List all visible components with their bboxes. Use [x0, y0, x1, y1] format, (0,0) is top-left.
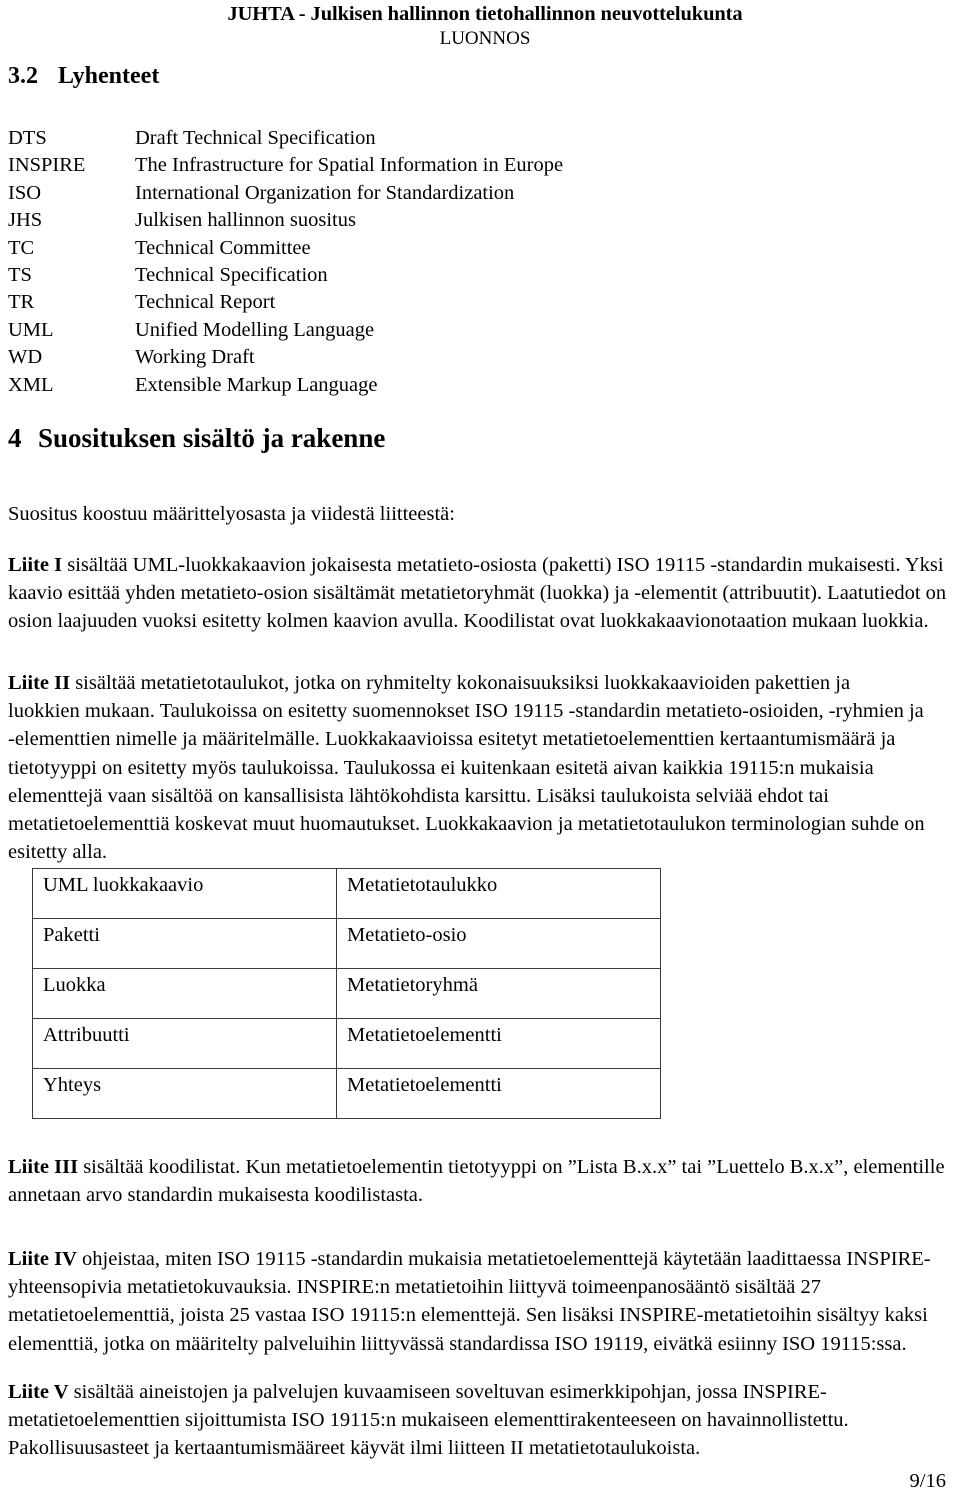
- abbreviation-item: ISO International Organization for Standa…: [8, 180, 708, 207]
- heading-content-structure-title: Suosituksen sisältö ja rakenne: [38, 423, 386, 453]
- abbreviation-definition: Extensible Markup Language: [135, 373, 378, 396]
- header-draft-marker: LUONNOS: [439, 28, 531, 49]
- abbreviation-item: DTS Draft Technical Specification: [8, 125, 708, 152]
- table-cell-uml: Yhteys: [32, 1068, 337, 1119]
- abbreviation-term: DTS: [8, 127, 47, 149]
- liite-1-label: Liite I: [8, 554, 63, 576]
- abbreviation-list: DTS Draft Technical Specification INSPIRE…: [8, 125, 708, 399]
- paragraph-liite-3: Liite III sisältää koodilistat. Kun meta…: [8, 1153, 948, 1209]
- table-cell-metadata: Metatietotaulukko: [336, 868, 661, 919]
- abbreviation-term: INSPIRE: [8, 154, 86, 177]
- table-row: UML luokkakaavio Metatietotaulukko: [32, 868, 661, 919]
- table-row: Paketti Metatieto-osio: [32, 918, 661, 969]
- page-number: 9/16: [909, 1470, 946, 1492]
- table-cell-metadata: Metatieto-osio: [336, 918, 661, 969]
- liite-4-label: Liite IV: [8, 1248, 77, 1270]
- abbreviation-item: WD Working Draft: [8, 344, 708, 371]
- paragraph-liite-1: Liite I sisältää UML-luokkakaavion jokai…: [8, 551, 956, 636]
- liite-2-body: sisältää metatietotaulukot, jotka on ryh…: [8, 672, 925, 864]
- header-organization: JUHTA - Julkisen hallinnon tietohallinno…: [227, 3, 743, 25]
- liite-2-label: Liite II: [8, 672, 71, 694]
- abbreviation-term: ISO: [8, 181, 42, 204]
- heading-content-structure: 4 Suosituksen sisältö ja rakenne: [8, 422, 385, 454]
- heading-abbreviations: 3.2 Lyhenteet: [8, 62, 159, 90]
- abbreviation-item: TS Technical Specification: [8, 262, 708, 289]
- table-row: Yhteys Metatietoelementti: [32, 1068, 661, 1119]
- abbreviation-item: XML Extensible Markup Language: [8, 372, 708, 399]
- abbreviation-definition: Unified Modelling Language: [135, 318, 375, 341]
- table-cell-metadata: Metatietoryhmä: [336, 968, 661, 1019]
- abbreviation-term: UML: [8, 318, 54, 341]
- table-row: Attribuutti Metatietoelementti: [32, 1018, 661, 1069]
- abbreviation-item: JHS Julkisen hallinnon suositus: [8, 207, 708, 234]
- abbreviation-term: JHS: [8, 209, 43, 232]
- heading-abbreviations-number: 3.2: [8, 63, 38, 89]
- abbreviation-definition: Technical Report: [135, 291, 276, 314]
- table-cell-uml: Luokka: [32, 968, 337, 1019]
- table-row: Luokka Metatietoryhmä: [32, 968, 661, 1019]
- table-cell-uml: Attribuutti: [32, 1018, 337, 1069]
- liite-5-body: sisältää aineistojen ja palvelujen kuvaa…: [8, 1381, 849, 1460]
- terminology-table: UML luokkakaavio Metatietotaulukko Paket…: [32, 868, 661, 1119]
- abbreviation-term: TS: [8, 264, 32, 287]
- paragraph-liite-4: Liite IV ohjeistaa, miten ISO 19115 -sta…: [8, 1245, 943, 1358]
- abbreviation-definition: Working Draft: [135, 346, 255, 369]
- abbreviation-definition: The Infrastructure for Spatial Informati…: [135, 154, 564, 177]
- table-cell-metadata: Metatietoelementti: [336, 1068, 661, 1119]
- liite-5-label: Liite V: [8, 1381, 69, 1403]
- liite-3-body: sisältää koodilistat. Kun metatietoeleme…: [8, 1156, 945, 1207]
- liite-1-body: sisältää UML-luokkakaavion jokaisesta me…: [8, 554, 947, 633]
- paragraph-liite-2: Liite II sisältää metatietotaulukot, jot…: [8, 669, 926, 866]
- abbreviation-definition: Technical Committee: [135, 236, 311, 259]
- abbreviation-definition: Julkisen hallinnon suositus: [135, 209, 356, 232]
- abbreviation-term: TR: [8, 291, 35, 314]
- document-page: JUHTA - Julkisen hallinnon tietohallinno…: [0, 0, 960, 1501]
- abbreviation-term: WD: [8, 346, 43, 369]
- table-cell-uml: UML luokkakaavio: [32, 868, 337, 919]
- paragraph-liite-5: Liite V sisältää aineistojen ja palveluj…: [8, 1378, 938, 1463]
- abbreviation-term: TC: [8, 236, 35, 259]
- abbreviation-item: TC Technical Committee: [8, 235, 708, 262]
- intro-paragraph: Suositus koostuu määrittelyosasta ja vii…: [8, 503, 455, 525]
- heading-content-structure-number: 4: [8, 423, 22, 453]
- abbreviation-term: XML: [8, 373, 54, 396]
- abbreviation-item: INSPIRE The Infrastructure for Spatial In…: [8, 152, 708, 179]
- abbreviation-definition: International Organization for Standardi…: [135, 181, 515, 204]
- table-cell-metadata: Metatietoelementti: [336, 1018, 661, 1069]
- abbreviation-item: TR Technical Report: [8, 289, 708, 316]
- table-cell-uml: Paketti: [32, 918, 337, 969]
- liite-4-body: ohjeistaa, miten ISO 19115 -standardin m…: [8, 1248, 931, 1355]
- abbreviation-definition: Draft Technical Specification: [135, 127, 376, 149]
- abbreviation-item: UML Unified Modelling Language: [8, 317, 708, 344]
- abbreviation-definition: Technical Specification: [135, 264, 328, 287]
- heading-abbreviations-title: Lyhenteet: [58, 63, 160, 89]
- liite-3-label: Liite III: [8, 1156, 79, 1178]
- document-header: JUHTA - Julkisen hallinnon tietohallinno…: [0, 2, 960, 51]
